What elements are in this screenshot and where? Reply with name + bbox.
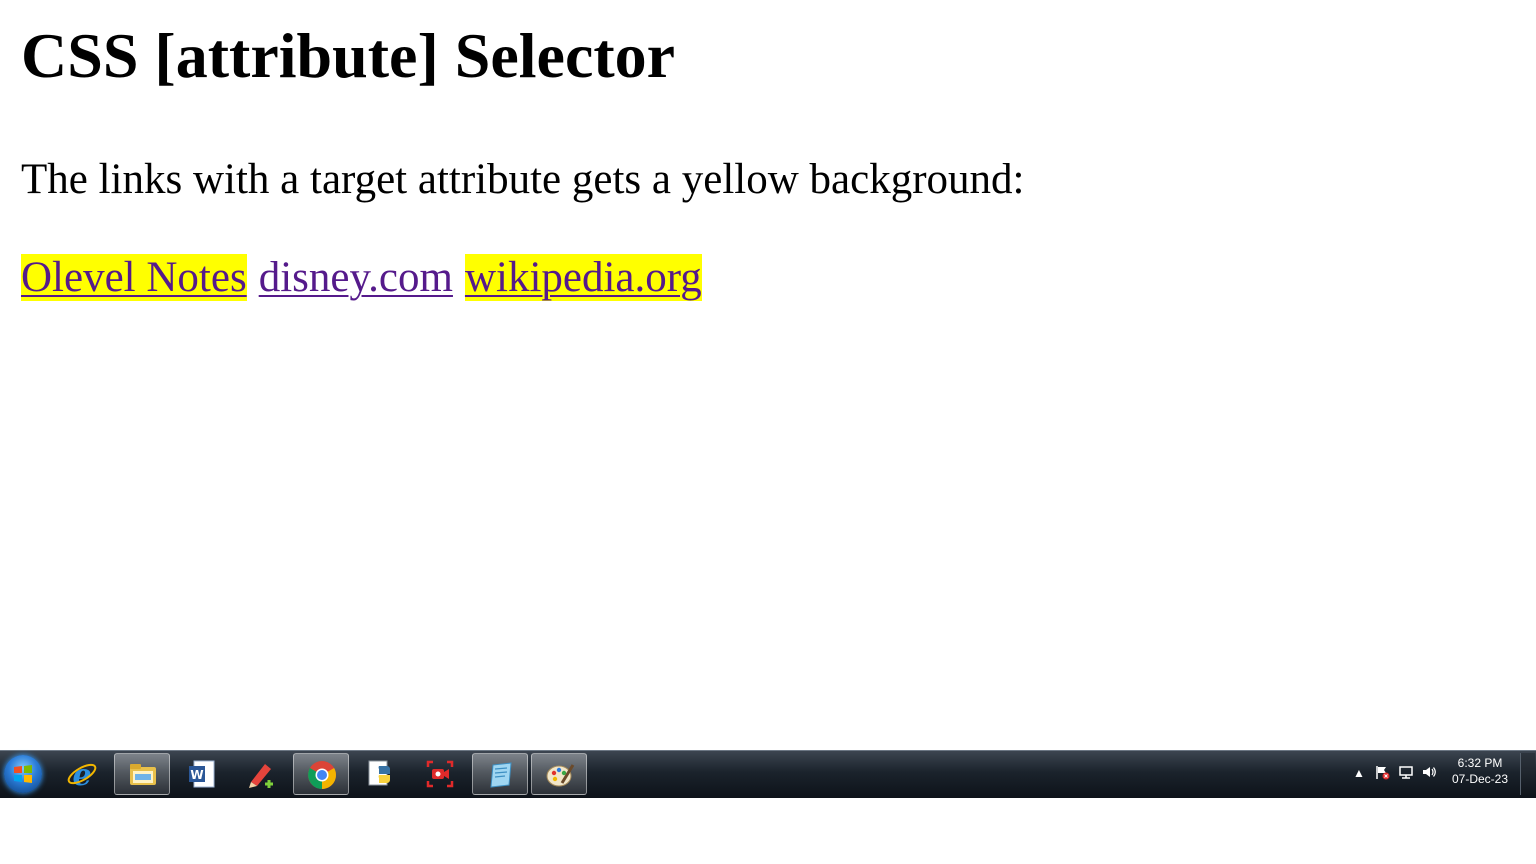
system-clock[interactable]: 6:32 PM 07-Dec-23 [1440,755,1520,787]
blank-area [0,798,1536,864]
link-olevel-notes[interactable]: Olevel Notes [21,254,247,301]
links-row: Olevel Notes disney.com wikipedia.org [21,250,702,306]
taskbar-chrome-button[interactable] [293,753,349,795]
file-explorer-icon [130,764,156,785]
taskbar: e W ▲ 6:32 PM 07-Dec-23 [0,750,1536,798]
svg-text:W: W [190,768,203,782]
page-description: The links with a target attribute gets a… [21,156,1025,203]
word-icon: W [189,760,215,788]
taskbar-word-button[interactable]: W [174,753,230,795]
network-icon[interactable] [1397,764,1415,782]
python-icon [368,760,390,786]
browser-page: CSS [attribute] Selector The links with … [0,0,1536,750]
taskbar-notepad-button[interactable] [472,753,528,795]
clock-date: 07-Dec-23 [1451,772,1509,786]
taskbar-paint-button[interactable] [531,753,587,795]
screen-recorder-icon [426,760,454,788]
show-hidden-icons-icon[interactable]: ▲ [1350,764,1368,782]
taskbar-pencil-button[interactable] [233,753,289,795]
taskbar-explorer-button[interactable] [114,753,170,795]
taskbar-recorder-button[interactable] [412,753,468,795]
chrome-icon [308,761,336,789]
notepad-icon [490,762,512,788]
page-title: CSS [attribute] Selector [21,20,676,91]
link-disney[interactable]: disney.com [259,254,453,301]
show-desktop-button[interactable] [1520,753,1535,795]
svg-text:e: e [72,758,91,790]
clock-time: 6:32 PM [1457,756,1503,770]
link-wikipedia[interactable]: wikipedia.org [464,254,702,301]
taskbar-ie-button[interactable]: e [54,753,110,795]
pencil-app-icon [249,764,273,788]
internet-explorer-icon: e [67,758,97,790]
action-center-flag-icon[interactable] [1373,764,1391,782]
taskbar-python-button[interactable] [353,753,409,795]
volume-icon[interactable] [1420,764,1438,782]
windows-start-icon[interactable] [4,755,42,793]
paint-icon [546,764,575,787]
